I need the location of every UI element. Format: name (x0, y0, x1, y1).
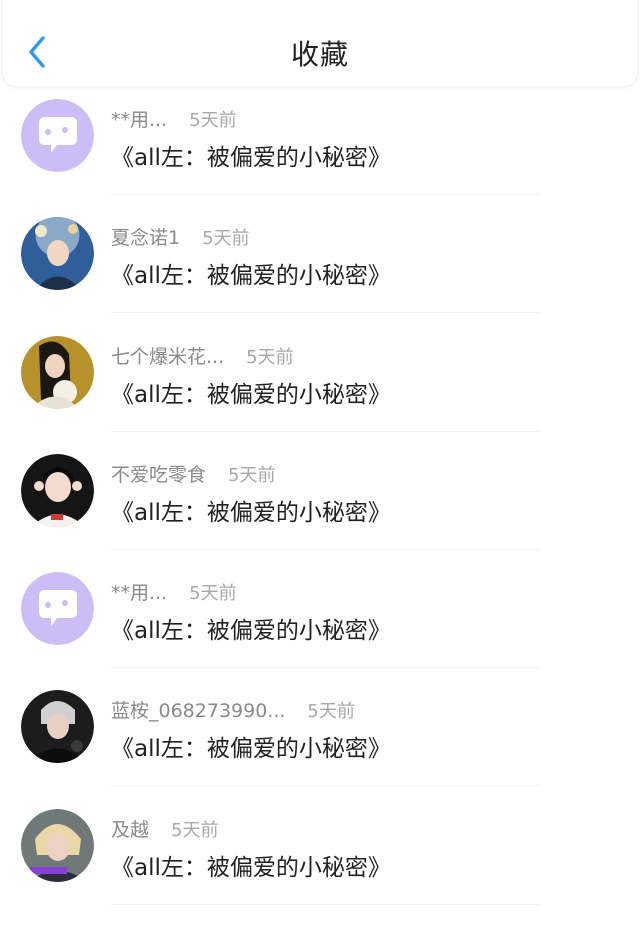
divider (111, 785, 540, 787)
divider (111, 430, 540, 432)
divider (111, 194, 540, 195)
username[interactable]: 及越 (111, 819, 149, 841)
divider (111, 903, 540, 905)
favorite-item[interactable]: 不爱吃零食 5天前 《all左：被偏爱的小秘密》 (0, 445, 640, 563)
user-avatar[interactable] (21, 217, 94, 291)
item-meta: 不爱吃零食 5天前 (111, 460, 275, 487)
timestamp: 5天前 (189, 110, 237, 131)
favorite-item[interactable]: 及越 5天前 《all左：被偏爱的小秘密》 (0, 800, 640, 918)
page-title: 收藏 (290, 38, 349, 71)
timestamp: 5天前 (202, 228, 250, 250)
item-meta: **用... 5天前 (111, 105, 237, 132)
default-avatar-icon[interactable] (21, 572, 94, 646)
favorite-item[interactable]: 蓝桉_068273990... 5天前 《all左：被偏爱的小秘密》 (0, 681, 640, 799)
favorite-item[interactable]: 七个爆米花... 5天前 《all左：被偏爱的小秘密》 (0, 327, 640, 445)
user-avatar[interactable] (21, 808, 94, 882)
default-avatar-icon[interactable] (21, 99, 94, 172)
favorite-title[interactable]: 《all左：被偏爱的小秘密》 (111, 729, 391, 763)
favorite-title[interactable]: 《all左：被偏爱的小秘密》 (111, 256, 391, 290)
favorite-item[interactable]: 夏念诺1 5天前 《all左：被偏爱的小秘密》 (0, 208, 640, 326)
user-avatar[interactable] (21, 690, 94, 764)
divider (111, 667, 540, 669)
timestamp: 5天前 (307, 701, 355, 723)
favorite-title[interactable]: 《all左：被偏爱的小秘密》 (111, 375, 391, 409)
favorite-title[interactable]: 《all左：被偏爱的小秘密》 (111, 611, 391, 645)
favorite-title[interactable]: 《all左：被偏爱的小秘密》 (111, 138, 391, 172)
favorites-list: **用... 5天前 《all左：被偏爱的小秘密》 夏念诺1 5天前 《all左：被… (0, 90, 640, 918)
divider (111, 548, 540, 550)
timestamp: 5天前 (189, 583, 237, 605)
username[interactable]: 夏念诺1 (111, 227, 180, 249)
username[interactable]: 七个爆米花... (111, 346, 224, 368)
favorite-title[interactable]: 《all左：被偏爱的小秘密》 (111, 493, 391, 527)
user-avatar[interactable] (21, 335, 94, 409)
item-meta: 夏念诺1 5天前 (111, 223, 250, 250)
timestamp: 5天前 (171, 819, 219, 841)
username[interactable]: **用... (111, 582, 167, 604)
timestamp: 5天前 (246, 346, 294, 368)
username[interactable]: 不爱吃零食 (111, 464, 206, 486)
user-avatar[interactable] (21, 453, 94, 527)
timestamp: 5天前 (228, 464, 276, 486)
favorite-title[interactable]: 《all左：被偏爱的小秘密》 (111, 848, 391, 882)
item-meta: 及越 5天前 (111, 815, 218, 842)
favorite-item[interactable]: **用... 5天前 《all左：被偏爱的小秘密》 (0, 563, 640, 681)
top-nav-bar: 收藏 (2, 0, 638, 87)
favorite-item[interactable]: **用... 5天前 《all左：被偏爱的小秘密》 (0, 90, 640, 208)
username[interactable]: **用... (111, 109, 167, 131)
username[interactable]: 蓝桉_068273990... (111, 700, 285, 722)
item-meta: **用... 5天前 (111, 578, 237, 605)
item-meta: 七个爆米花... 5天前 (111, 342, 294, 369)
divider (111, 312, 540, 314)
item-meta: 蓝桉_068273990... 5天前 (111, 696, 355, 723)
